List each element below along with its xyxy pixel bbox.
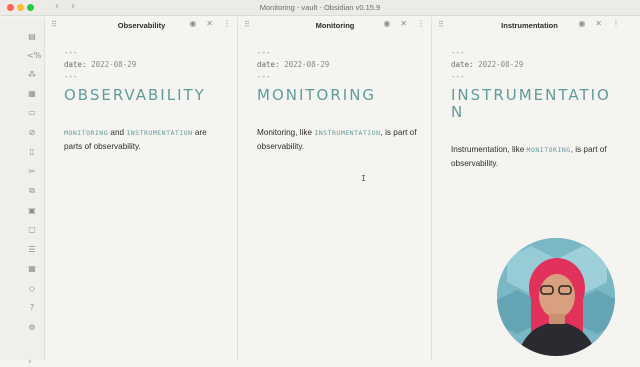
obsidian-window: ‹ › Monitoring - vault - Obsidian v0.15.… xyxy=(0,0,640,367)
pane-observability: ⠿ Observability ◉ ✕ ⋮ --- date: 2022-08-… xyxy=(46,17,238,360)
pane-monitoring: ⠿ Monitoring ◉ ✕ ⋮ --- date: 2022-08-29 … xyxy=(239,17,432,360)
help-icon[interactable]: ? xyxy=(27,303,37,313)
tag-icon[interactable]: ◇ xyxy=(27,284,37,294)
text-cursor-icon: I xyxy=(361,174,366,183)
frontmatter-date: date: 2022-08-29 xyxy=(64,60,137,69)
presentation-icon[interactable]: ▭ xyxy=(27,108,37,118)
note-heading: OBSERVABILITY xyxy=(64,86,206,104)
frontmatter-close: --- xyxy=(64,72,78,81)
graph-icon[interactable]: ⁂ xyxy=(27,70,37,80)
frontmatter-open: --- xyxy=(257,48,271,57)
code-icon[interactable]: <% xyxy=(27,51,41,61)
date-icon[interactable]: ▦ xyxy=(27,264,37,274)
frontmatter-close: --- xyxy=(257,72,271,81)
webcam-overlay xyxy=(497,238,615,356)
reading-view-icon[interactable]: ◉ xyxy=(383,19,390,28)
note-content[interactable]: --- date: 2022-08-29 --- MONITORING Moni… xyxy=(257,47,421,153)
more-options-icon[interactable]: ⋮ xyxy=(417,19,425,28)
file-icon[interactable]: ▯ xyxy=(27,147,37,157)
close-pane-icon[interactable]: ✕ xyxy=(206,19,213,28)
left-ribbon: ▤ <% ⁂ ▦ ▭ ⊘ ▯ ✂ ⧉ ▣ ▢ ☰ ▦ ◇ ? ⚙ › xyxy=(0,17,45,367)
reading-view-icon[interactable]: ◉ xyxy=(578,19,585,28)
link-monitoring[interactable]: MONITORING xyxy=(64,129,108,137)
expand-chevron-icon[interactable]: › xyxy=(28,357,36,367)
folder-icon[interactable]: ▤ xyxy=(27,32,37,42)
document-icon[interactable]: ▢ xyxy=(27,225,37,235)
note-heading: INSTRUMENTATION xyxy=(451,86,611,121)
note-paragraph: Monitoring, like INSTRUMENTATION, is par… xyxy=(257,128,417,151)
note-content[interactable]: --- date: 2022-08-29 --- INSTRUMENTATION… xyxy=(451,47,616,170)
link-instrumentation[interactable]: INSTRUMENTATION xyxy=(314,129,380,137)
link-instrumentation[interactable]: INSTRUMENTATION xyxy=(126,129,192,137)
pane-header: ⠿ Observability ◉ ✕ ⋮ xyxy=(46,17,237,34)
note-paragraph: MONITORING and INSTRUMENTATION are parts… xyxy=(64,128,207,151)
close-pane-icon[interactable]: ✕ xyxy=(400,19,407,28)
note-heading: MONITORING xyxy=(257,86,377,104)
copy-icon[interactable]: ⧉ xyxy=(27,186,37,196)
settings-icon[interactable]: ⚙ xyxy=(27,323,37,333)
window-title: Monitoring - vault - Obsidian v0.15.9 xyxy=(259,3,381,12)
pane-header: ⠿ Instrumentation ◉ ✕ ⋮ xyxy=(433,17,626,34)
presenter-video-icon xyxy=(497,238,615,356)
frontmatter-close: --- xyxy=(451,72,465,81)
frontmatter-open: --- xyxy=(64,48,78,57)
reading-view-icon[interactable]: ◉ xyxy=(189,19,196,28)
note-content[interactable]: --- date: 2022-08-29 --- OBSERVABILITY M… xyxy=(64,47,227,153)
list-icon[interactable]: ☰ xyxy=(27,245,37,255)
title-bar: ‹ › Monitoring - vault - Obsidian v0.15.… xyxy=(0,0,640,16)
pane-header: ⠿ Monitoring ◉ ✕ ⋮ xyxy=(239,17,431,34)
note-paragraph: Instrumentation, like MONITORING, is par… xyxy=(451,145,607,168)
calendar-icon[interactable]: ▦ xyxy=(27,89,37,99)
more-options-icon[interactable]: ⋮ xyxy=(612,19,620,28)
frontmatter-open: --- xyxy=(451,48,465,57)
frontmatter-date: date: 2022-08-29 xyxy=(257,60,330,69)
frontmatter-date: date: 2022-08-29 xyxy=(451,60,524,69)
note-icon[interactable]: ▣ xyxy=(27,206,37,216)
close-pane-icon[interactable]: ✕ xyxy=(595,19,602,28)
status-bar xyxy=(340,352,630,360)
link-monitoring[interactable]: MONITORING xyxy=(527,146,571,154)
compass-icon[interactable]: ⊘ xyxy=(27,128,37,138)
scissors-icon[interactable]: ✂ xyxy=(27,167,37,177)
more-options-icon[interactable]: ⋮ xyxy=(223,19,231,28)
